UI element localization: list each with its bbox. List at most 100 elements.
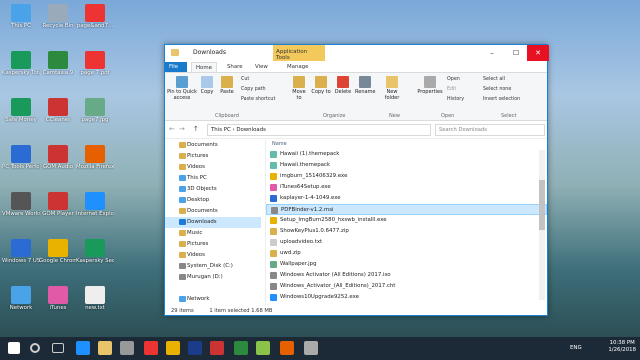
pin-quick-access-button[interactable]: Pin to Quick access [167, 76, 197, 101]
minimize-button[interactable]: – [481, 45, 503, 61]
file-row[interactable]: uploadvideo.txt [266, 237, 547, 248]
copy-to-button[interactable]: Copy to [311, 76, 331, 95]
edit-button[interactable]: Edit [447, 87, 456, 92]
desktop-icon[interactable]: Kaspersky Secure C... [76, 239, 114, 277]
desktop-icon[interactable]: Kaspersky Total Security [2, 51, 40, 89]
nav-item[interactable]: Documents [165, 206, 261, 217]
file-row[interactable]: Windows_Activator_(All_Editions)_2017.ch… [266, 281, 547, 292]
nav-item[interactable]: Documents [165, 140, 261, 151]
task-view-icon[interactable] [52, 343, 64, 353]
tab-view[interactable]: View [251, 62, 272, 72]
clock[interactable]: 10:38 PM 1/26/2018 [608, 340, 636, 354]
nav-item[interactable]: System_Disk (C:) [165, 261, 261, 272]
app-gray-icon[interactable] [304, 341, 318, 355]
desktop-icon[interactable]: GOM Audio [39, 145, 77, 183]
move-to-button[interactable]: Move to [289, 76, 309, 101]
file-row[interactable]: kaplayer-1-4-1049.exe [266, 193, 547, 204]
desktop-icon[interactable]: Network [2, 286, 40, 324]
nav-item[interactable]: Pictures [165, 151, 261, 162]
file-row[interactable]: PDFBinder-v1.2.msi [266, 204, 547, 215]
file-row[interactable]: iTunes64Setup.exe [266, 182, 547, 193]
forward-arrow-icon[interactable]: → [179, 125, 185, 133]
paste-button[interactable]: Paste [217, 76, 237, 95]
search-icon[interactable] [30, 343, 40, 353]
file-row[interactable]: Windows10Upgrade9252.exe [266, 292, 547, 303]
desktop-icon[interactable]: GOM Player [39, 192, 77, 230]
title-bar[interactable]: Downloads Application Tools – ☐ ✕ [165, 45, 549, 61]
nav-item[interactable]: Downloads [165, 217, 261, 228]
scrollbar-thumb[interactable] [539, 180, 545, 230]
start-button-icon[interactable] [8, 342, 20, 354]
nav-item[interactable]: Desktop [165, 195, 261, 206]
edge-icon[interactable] [76, 341, 90, 355]
nav-item[interactable] [165, 283, 261, 294]
desktop-icon[interactable]: Safe Money [2, 98, 40, 136]
search-input[interactable]: Search Downloads [435, 124, 545, 136]
file-row[interactable]: ShowKeyPlus1.0.6477.zip [266, 226, 547, 237]
delete-button[interactable]: Delete [333, 76, 353, 95]
chrome-icon[interactable] [166, 341, 180, 355]
camtasia-icon[interactable] [234, 341, 248, 355]
desktop-icon[interactable]: page 7.pdf [76, 51, 114, 89]
desktop-icon[interactable]: Google Chrome [39, 239, 77, 277]
tab-share[interactable]: Share [223, 62, 247, 72]
file-row[interactable]: Windows Activator (All Editions) 2017.is… [266, 270, 547, 281]
desktop-icon[interactable]: Internet Explorer [76, 192, 114, 230]
photoshop-icon[interactable] [188, 341, 202, 355]
desktop-icon[interactable]: PC Tools Performa... [2, 145, 40, 183]
open-button[interactable]: Open [447, 77, 460, 82]
app-red-icon[interactable] [144, 341, 158, 355]
desktop-icon[interactable]: VMware Workstati... [2, 192, 40, 230]
desktop-icon[interactable]: Camtasia 9 [39, 51, 77, 89]
nav-item[interactable]: Music [165, 228, 261, 239]
name-column-header[interactable]: Name [266, 140, 547, 149]
nav-item[interactable]: Network [165, 294, 261, 305]
nav-item[interactable]: This PC [165, 173, 261, 184]
file-row[interactable]: Hawaii.themepack [266, 160, 547, 171]
back-arrow-icon[interactable]: ← [169, 125, 175, 133]
file-row[interactable]: uwd.zip [266, 248, 547, 259]
nav-item[interactable]: Murugan (D:) [165, 272, 261, 283]
nav-item[interactable]: Pictures [165, 239, 261, 250]
file-row[interactable]: Wallpaper.jpg [266, 259, 547, 270]
tab-home[interactable]: Home [191, 62, 217, 72]
history-button[interactable]: History [447, 97, 464, 102]
app-green-icon[interactable] [256, 341, 270, 355]
copy-button[interactable]: Copy [199, 76, 215, 95]
file-row[interactable]: Hawaii (1).themepack [266, 149, 547, 160]
close-button[interactable]: ✕ [527, 45, 549, 61]
select-none-button[interactable]: Select none [483, 87, 511, 92]
paste-shortcut-button[interactable]: Paste shortcut [241, 97, 275, 102]
store-icon[interactable] [120, 341, 134, 355]
properties-button[interactable]: Properties [417, 76, 443, 95]
desktop-icon[interactable]: page7.jpg [76, 98, 114, 136]
invert-selection-button[interactable]: Invert selection [483, 97, 520, 102]
desktop-icon[interactable]: CCleaner [39, 98, 77, 136]
app-icon[interactable] [210, 341, 224, 355]
desktop-icon[interactable]: iTunes [39, 286, 77, 324]
nav-item[interactable]: 3D Objects [165, 184, 261, 195]
desktop-icon[interactable]: Mozilla Firefox [76, 145, 114, 183]
copy-path-button[interactable]: Copy path [241, 87, 266, 92]
tab-manage[interactable]: Manage [283, 62, 312, 72]
language-indicator[interactable]: ENG [570, 345, 582, 351]
file-row[interactable]: imgburn_151406329.exe [266, 171, 547, 182]
desktop-icon[interactable]: Windows 7 USB DVD... [2, 239, 40, 277]
nav-item[interactable]: Videos [165, 250, 261, 261]
tab-file[interactable]: File [165, 62, 187, 72]
file-explorer-icon[interactable] [98, 341, 112, 355]
rename-button[interactable]: Rename [355, 76, 376, 95]
cut-button[interactable]: Cut [241, 77, 249, 82]
desktop-icon[interactable]: new.txt [76, 286, 114, 324]
file-explorer-window[interactable]: Downloads Application Tools – ☐ ✕ File H… [164, 44, 549, 316]
desktop-icon[interactable]: Recycle Bin [39, 4, 77, 42]
desktop-icon[interactable]: page&and7... [76, 4, 114, 42]
nav-item[interactable]: Videos [165, 162, 261, 173]
desktop-icon[interactable]: This PC [2, 4, 40, 42]
up-arrow-icon[interactable]: ↑ [193, 125, 199, 133]
address-input[interactable]: This PC › Downloads [207, 124, 431, 136]
maximize-button[interactable]: ☐ [505, 45, 527, 61]
file-row[interactable]: Setup_ImgBurn2580_hxswb_installl.exe [266, 215, 547, 226]
app-orange-icon[interactable] [280, 341, 294, 355]
select-all-button[interactable]: Select all [483, 77, 505, 82]
